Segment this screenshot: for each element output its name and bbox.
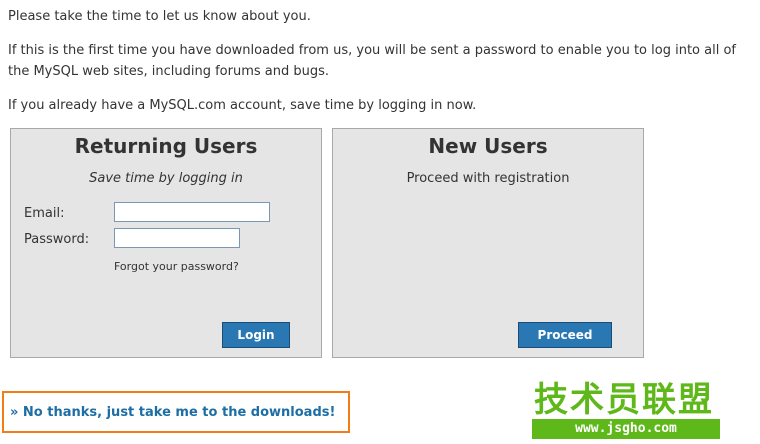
email-field[interactable] (114, 202, 270, 222)
email-label: Email: (24, 206, 65, 221)
watermark-url: www.jsgho.com (532, 419, 720, 439)
new-users-title: New Users (428, 134, 548, 158)
new-users-panel: New Users Proceed with registration Proc… (332, 128, 644, 358)
returning-users-title: Returning Users (74, 134, 258, 158)
watermark-chinese-text: 技术员联盟 (534, 380, 714, 420)
intro-line-3: If you already have a MySQL.com account,… (8, 98, 477, 113)
proceed-button[interactable]: Proceed (518, 322, 612, 348)
returning-users-panel: Returning Users Save time by logging in … (10, 128, 322, 358)
watermark: 技术员联盟 www.jsgho.com (528, 372, 760, 444)
intro-line-2: If this is the first time you have downl… (8, 43, 736, 79)
password-field[interactable] (114, 228, 240, 248)
intro-line-1: Please take the time to let us know abou… (8, 9, 311, 24)
skip-to-downloads-link[interactable]: » No thanks, just take me to the downloa… (10, 405, 335, 420)
login-button[interactable]: Login (222, 322, 290, 348)
forgot-password-link[interactable]: Forgot your password? (114, 260, 239, 273)
returning-users-subtitle: Save time by logging in (89, 171, 243, 186)
password-label: Password: (24, 232, 90, 247)
skip-download-box: » No thanks, just take me to the downloa… (2, 391, 350, 433)
new-users-subtitle: Proceed with registration (406, 171, 570, 186)
